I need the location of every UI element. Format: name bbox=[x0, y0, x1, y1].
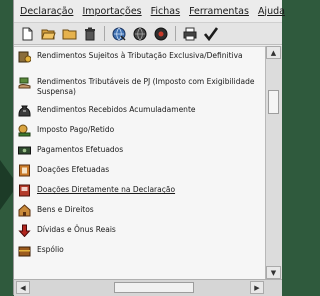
menu-declaracao[interactable]: Declaração bbox=[20, 6, 73, 17]
globe-receive-icon[interactable] bbox=[131, 26, 149, 42]
tree-item[interactable]: Rendimentos Tributáveis de PJ (Imposto c… bbox=[18, 77, 262, 96]
toolbar-separator bbox=[104, 26, 105, 41]
horizontal-scrollbar[interactable]: ◀ ▶ bbox=[14, 279, 282, 296]
folder-icon[interactable] bbox=[60, 26, 78, 42]
tree-item-label: Dívidas e Ônus Reais bbox=[37, 225, 116, 234]
globe-transmit-icon[interactable] bbox=[110, 26, 128, 42]
scroll-left-icon[interactable]: ◀ bbox=[16, 281, 30, 294]
tree-item-label: Rendimentos Sujeitos à Tributação Exclus… bbox=[37, 51, 243, 60]
declaration-tree: Rendimentos Sujeitos à Tributação Exclus… bbox=[14, 46, 266, 280]
vertical-scrollbar[interactable]: ▲ ▼ bbox=[265, 46, 282, 279]
new-document-icon[interactable] bbox=[18, 26, 36, 42]
tree-item[interactable]: Dívidas e Ônus Reais bbox=[18, 224, 262, 238]
money-bag-icon bbox=[18, 104, 31, 117]
tree-item[interactable]: Rendimentos Recebidos Acumuladamente bbox=[18, 105, 262, 117]
scroll-down-icon[interactable]: ▼ bbox=[266, 266, 281, 279]
hand-money-icon bbox=[18, 76, 31, 89]
menu-fichas[interactable]: Fichas bbox=[151, 6, 180, 17]
tree-item[interactable]: Espólio bbox=[18, 245, 262, 257]
tree-item-label: Bens e Direitos bbox=[37, 205, 94, 214]
tree-item-label: Doações Diretamente na Declaração bbox=[37, 185, 176, 194]
menu-ferramentas[interactable]: Ferramentas bbox=[189, 6, 249, 17]
certificate-icon bbox=[18, 184, 31, 197]
menu-bar: Declaração Importações Fichas Ferramenta… bbox=[14, 0, 285, 22]
menu-ajuda[interactable]: Ajuda bbox=[258, 6, 285, 17]
horizontal-scroll-thumb[interactable] bbox=[114, 282, 194, 293]
tree-item[interactable]: Imposto Pago/Retido bbox=[18, 124, 262, 137]
scroll-up-icon[interactable]: ▲ bbox=[266, 46, 281, 59]
down-arrow-icon bbox=[18, 224, 31, 238]
tree-item-label: Imposto Pago/Retido bbox=[37, 125, 115, 134]
check-icon[interactable] bbox=[202, 26, 220, 42]
vertical-scroll-thumb[interactable] bbox=[268, 90, 279, 114]
toolbar bbox=[14, 22, 282, 45]
coins-icon bbox=[18, 124, 31, 137]
building-money-icon bbox=[18, 50, 32, 63]
scroll-right-icon[interactable]: ▶ bbox=[250, 281, 264, 294]
printer-icon[interactable] bbox=[181, 26, 199, 42]
gift-icon bbox=[18, 164, 31, 177]
chest-icon bbox=[18, 244, 31, 257]
tree-item-label: Rendimentos Tributáveis de PJ (Imposto c… bbox=[37, 77, 255, 96]
open-folder-icon[interactable] bbox=[39, 26, 57, 42]
tree-item-label: Doações Efetuadas bbox=[37, 165, 110, 174]
tree-item[interactable]: Bens e Direitos bbox=[18, 204, 262, 217]
tree-item[interactable]: Pagamentos Efetuados bbox=[18, 145, 262, 157]
tree-item-selected[interactable]: Doações Diretamente na Declaração bbox=[18, 184, 262, 197]
delete-icon[interactable] bbox=[81, 26, 99, 42]
tree-item[interactable]: Doações Efetuadas bbox=[18, 164, 262, 177]
banknote-icon bbox=[18, 144, 31, 157]
menu-importacoes[interactable]: Importações bbox=[82, 6, 141, 17]
tree-item-label: Pagamentos Efetuados bbox=[37, 145, 124, 154]
tree-item-label: Rendimentos Recebidos Acumuladamente bbox=[37, 105, 196, 114]
app-window: Declaração Importações Fichas Ferramenta… bbox=[13, 0, 285, 296]
toolbar-separator bbox=[175, 26, 176, 41]
globe-icon[interactable] bbox=[152, 26, 170, 42]
house-icon bbox=[18, 204, 31, 217]
tree-item-label: Espólio bbox=[37, 245, 64, 254]
tree-item[interactable]: Rendimentos Sujeitos à Tributação Exclus… bbox=[18, 51, 262, 63]
